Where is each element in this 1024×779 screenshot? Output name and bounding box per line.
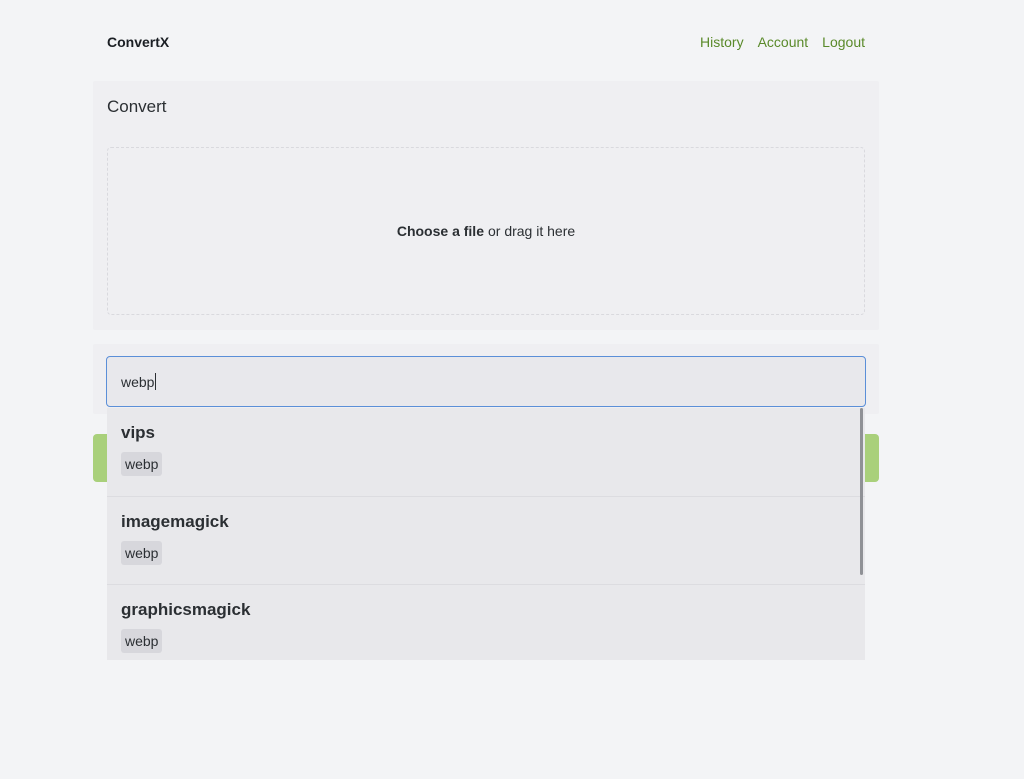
format-search-input[interactable]: webp — [106, 356, 866, 407]
format-results-dropdown[interactable]: vips webp imagemagick webp graphicsmagic… — [107, 408, 865, 660]
result-item-imagemagick[interactable]: imagemagick webp — [107, 497, 865, 585]
page: ConvertX History Account Logout Convert … — [0, 0, 1024, 779]
result-item-graphicsmagick[interactable]: graphicsmagick webp — [107, 585, 865, 660]
text-caret — [155, 373, 157, 390]
dropdown-scrollbar[interactable] — [860, 408, 863, 575]
result-item-vips[interactable]: vips webp — [107, 408, 865, 497]
search-input-value: webp — [121, 373, 155, 390]
top-header: ConvertX History Account Logout — [107, 30, 865, 54]
nav-history-link[interactable]: History — [700, 34, 744, 50]
brand-logo[interactable]: ConvertX — [107, 34, 169, 50]
format-option-webp[interactable]: webp — [121, 629, 163, 653]
drag-hint-label: or drag it here — [487, 223, 576, 239]
nav-logout-link[interactable]: Logout — [822, 34, 865, 50]
converter-name: graphicsmagick — [121, 600, 251, 619]
choose-file-label: Choose a file — [396, 223, 484, 239]
file-dropzone[interactable]: Choose a file or drag it here — [107, 147, 865, 315]
convert-panel: Convert Choose a file or drag it here — [93, 81, 879, 330]
format-option-webp[interactable]: webp — [121, 452, 163, 476]
converter-name: vips — [121, 423, 156, 442]
format-option-webp[interactable]: webp — [121, 540, 163, 565]
top-nav: History Account Logout — [700, 34, 865, 50]
nav-account-link[interactable]: Account — [758, 34, 809, 50]
converter-name: imagemagick — [121, 511, 229, 531]
panel-title: Convert — [107, 97, 167, 116]
